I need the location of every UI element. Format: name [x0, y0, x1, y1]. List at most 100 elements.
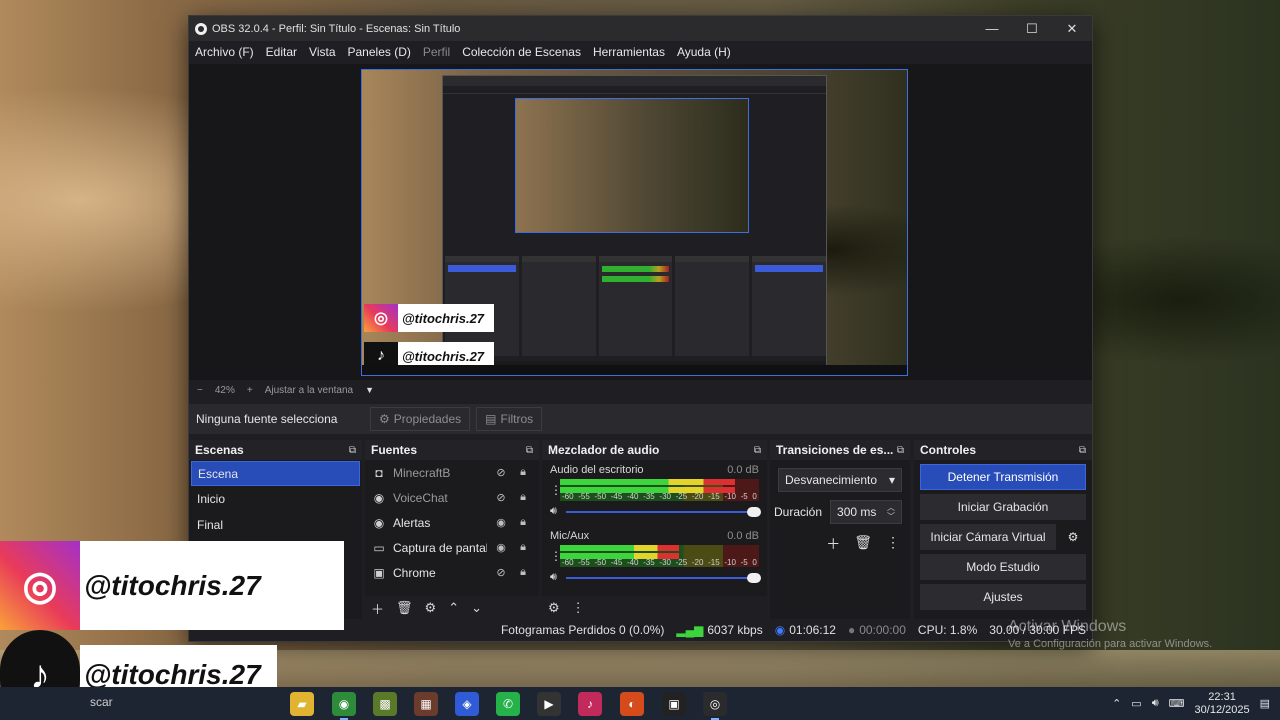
start-recording-button[interactable]: Iniciar Grabación	[920, 494, 1086, 520]
transition-select[interactable]: Desvanecimiento ▾	[778, 468, 902, 492]
source-item[interactable]: ▭ Captura de pantalla ◉ 🔒︎	[365, 535, 539, 560]
volume-slider[interactable]	[566, 506, 761, 517]
taskbar-search[interactable]: scar	[90, 695, 113, 709]
chevron-up-icon[interactable]: ⌃	[1112, 697, 1121, 710]
firefox-icon[interactable]: ◐	[620, 692, 644, 716]
meter-tick-label: -35	[643, 492, 655, 501]
menu-tools[interactable]: Herramientas	[593, 45, 665, 59]
minimize-button[interactable]: —	[972, 21, 1012, 36]
properties-button[interactable]: ⚙ Propiedades	[370, 407, 471, 431]
notification-icon[interactable]: ▤	[1260, 697, 1270, 710]
lock-icon[interactable]: 🔒︎	[515, 516, 531, 529]
eye-hidden-icon[interactable]: ⊘	[493, 566, 509, 579]
zoom-in-button[interactable]: +	[247, 385, 253, 396]
source-item[interactable]: ◉ Alertas ◉ 🔒︎	[365, 510, 539, 535]
stop-stream-button[interactable]: Detener Transmisión	[920, 464, 1086, 490]
tiktok-app-icon[interactable]: ♪	[578, 692, 602, 716]
menu-profile[interactable]: Perfil	[423, 45, 450, 59]
arrow-down-icon[interactable]: ⌄	[471, 600, 482, 616]
media-player-icon[interactable]: ▶	[537, 692, 561, 716]
settings-button[interactable]: Ajustes	[920, 584, 1086, 610]
window-title: OBS 32.0.4 - Perfil: Sin Título - Escena…	[212, 22, 461, 35]
start-virtual-camera-button[interactable]: Iniciar Cámara Virtual	[920, 524, 1056, 550]
eye-icon[interactable]: ◉	[493, 516, 509, 529]
title-bar[interactable]: OBS 32.0.4 - Perfil: Sin Título - Escena…	[189, 16, 1092, 41]
speaker-icon[interactable]: 🔊︎	[550, 505, 566, 518]
add-icon[interactable]: ＋	[826, 534, 840, 554]
undock-icon[interactable]: ⧉	[526, 445, 533, 456]
zoom-out-button[interactable]: −	[197, 385, 203, 396]
scenes-title: Escenas	[195, 443, 244, 457]
cpu-usage: CPU: 1.8%	[917, 623, 978, 637]
filters-button[interactable]: ▤ Filtros	[476, 407, 543, 431]
chevron-down-icon[interactable]: ▼	[365, 385, 374, 395]
menu-docks[interactable]: Paneles (D)	[348, 45, 411, 59]
lock-icon[interactable]: 🔒︎	[515, 491, 531, 504]
eye-hidden-icon[interactable]: ⊘	[493, 491, 509, 504]
whatsapp-icon[interactable]: ✆	[496, 692, 520, 716]
studio-mode-button[interactable]: Modo Estudio	[920, 554, 1086, 580]
speaker-icon[interactable]: 🔊︎	[550, 571, 566, 584]
gear-icon[interactable]: ⚙	[425, 600, 437, 616]
mixer-channel: Audio del escritorio 0.0 dB ⋮ -60 -55 -50-…	[542, 460, 767, 526]
minecraft-icon[interactable]: ▩	[373, 692, 397, 716]
menu-help[interactable]: Ayuda (H)	[677, 45, 731, 59]
slider-knob[interactable]	[747, 572, 761, 583]
eye-hidden-icon[interactable]: ⊘	[493, 466, 509, 479]
fit-to-window[interactable]: Ajustar a la ventana	[265, 385, 353, 396]
language-icon[interactable]: ⌨	[1169, 697, 1185, 710]
undock-icon[interactable]: ⧉	[897, 445, 904, 456]
scene-item-final[interactable]: Final	[191, 513, 360, 538]
lock-icon[interactable]: 🔒︎	[515, 566, 531, 579]
undock-icon[interactable]: ⧉	[754, 445, 761, 456]
source-item[interactable]: ▣ Chrome ⊘ 🔒︎	[365, 560, 539, 585]
record-icon: ●	[847, 623, 856, 637]
meter-level-left	[560, 545, 680, 551]
volume-slider[interactable]	[566, 572, 761, 583]
lock-icon[interactable]: 🔒︎	[515, 466, 531, 479]
scene-item-escena[interactable]: Escena	[191, 461, 360, 486]
epic-games-icon[interactable]: ▣	[662, 692, 686, 716]
game-icon[interactable]: ▦	[414, 692, 438, 716]
menu-view[interactable]: Vista	[309, 45, 335, 59]
kebab-menu-icon[interactable]: ⋮	[550, 550, 562, 562]
source-item[interactable]: ◘ MinecraftB ⊘ 🔒︎	[365, 460, 539, 485]
undock-icon[interactable]: ⧉	[349, 445, 356, 456]
undock-icon[interactable]: ⧉	[1079, 445, 1086, 456]
transitions-header: Transiciones de es... ⧉	[770, 440, 910, 460]
app-icon[interactable]: ◈	[455, 692, 479, 716]
menu-edit[interactable]: Editar	[266, 45, 297, 59]
eye-icon[interactable]: ◉	[493, 541, 509, 554]
scene-item-inicio[interactable]: Inicio	[191, 487, 360, 512]
arrow-up-icon[interactable]: ⌃	[448, 600, 459, 616]
trash-icon[interactable]: 🗑︎	[396, 600, 413, 616]
lock-icon[interactable]: 🔒︎	[515, 541, 531, 554]
preview-canvas[interactable]: ◎ @titochris.27 ♪ @titochris.27	[361, 69, 908, 376]
clock[interactable]: 22:31 30/12/2025	[1195, 691, 1250, 717]
kebab-menu-icon[interactable]: ⋮	[886, 534, 900, 554]
chrome-icon[interactable]: ◉	[332, 692, 356, 720]
volume-icon[interactable]: 🔊︎	[1152, 697, 1159, 710]
trash-icon[interactable]: 🗑︎	[854, 534, 872, 554]
canvas-instagram-badge: ◎ @titochris.27	[364, 304, 495, 332]
menu-scene-collection[interactable]: Colección de Escenas	[462, 45, 581, 59]
source-item[interactable]: ◉ VoiceChat ⊘ 🔒︎	[365, 485, 539, 510]
duration-input[interactable]: 300 ms ︿ ﹀	[830, 500, 902, 524]
maximize-button[interactable]: ☐	[1012, 21, 1052, 37]
menu-file[interactable]: Archivo (F)	[195, 45, 254, 59]
spinner-arrows-icon[interactable]: ︿ ﹀	[887, 503, 895, 521]
folder-icon[interactable]: ▰	[290, 692, 314, 716]
volume-meter: -60 -55 -50 -45 -40 -35 -30 -25 -20 -15 -10 -5 0	[560, 479, 759, 501]
network-icon[interactable]: ▭	[1131, 697, 1141, 710]
system-tray: ⌃ ▭ 🔊︎ ⌨ 22:31 30/12/2025 ▤	[1112, 687, 1280, 720]
gear-icon[interactable]: ⚙	[1060, 524, 1086, 550]
preview-area: ◎ @titochris.27 ♪ @titochris.27	[189, 64, 1092, 380]
gear-icon[interactable]: ⚙	[548, 600, 560, 616]
kebab-menu-icon[interactable]: ⋮	[550, 484, 562, 496]
obs-icon[interactable]: ◎	[703, 692, 727, 720]
add-icon[interactable]: ＋	[371, 599, 384, 618]
close-button[interactable]: ✕	[1052, 21, 1092, 37]
slider-knob[interactable]	[747, 506, 761, 517]
kebab-menu-icon[interactable]: ⋮	[572, 600, 585, 616]
record-time-status: ● 00:00:00	[848, 623, 906, 637]
